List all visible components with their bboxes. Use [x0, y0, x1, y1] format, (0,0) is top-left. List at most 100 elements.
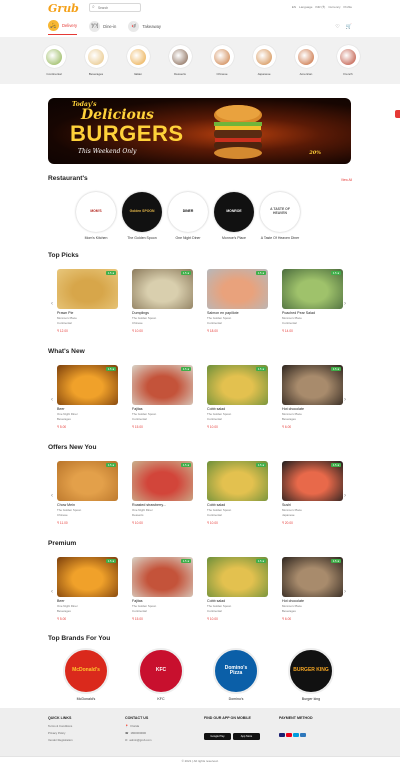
top-link[interactable]: EN	[292, 5, 296, 9]
food-card[interactable]: 4.5 ★ Cobb salad The Golden Spoon Continent…	[207, 557, 268, 621]
category-food-image	[298, 48, 314, 65]
footer-link[interactable]: Vendor Registration	[48, 738, 73, 742]
food-card[interactable]: 4.5 ★ Chow Mein The Golden Spoon Chinese ₹ 1…	[57, 461, 118, 525]
food-card[interactable]: 4.5 ★ Salmon en papillote The Golden Spoon…	[207, 269, 268, 333]
search-box[interactable]: ⌕	[89, 3, 141, 12]
restaurant-logo-text: MOM'S	[90, 209, 102, 214]
heart-icon[interactable]: ♡	[335, 24, 339, 30]
food-card[interactable]: 4.5 ★ Roasted strawberry... One Night Dine…	[132, 461, 193, 525]
category-item[interactable]: Chinese	[208, 45, 236, 76]
category-label: Continental	[46, 72, 62, 76]
category-item[interactable]: Beverages	[82, 45, 110, 76]
rating-badge: 4.5 ★	[331, 367, 341, 371]
grub-logo[interactable]: Grub	[48, 2, 79, 15]
category-item[interactable]: Japanese	[250, 45, 278, 76]
category-label: Beverages	[88, 72, 104, 76]
brand-item[interactable]: McDonald's McDonald's	[63, 648, 109, 701]
side-drawer-tab[interactable]	[395, 110, 400, 118]
food-card[interactable]: 4.5 ★ Prawn Pie Monroe's Place Continental ₹…	[57, 269, 118, 333]
food-image: 4.5 ★	[132, 461, 193, 501]
restaurant-name: A Taste Of Heaven Diner	[260, 236, 300, 240]
chevron-right-icon[interactable]: ›	[344, 397, 346, 403]
food-card[interactable]: 4.5 ★ Hot chocolate Monroe's Place Beverage…	[282, 557, 343, 621]
restaurant-item[interactable]: MOM'S Mom's Kitchen	[75, 192, 117, 240]
app-store-button[interactable]: App Store	[233, 733, 260, 740]
chevron-right-icon[interactable]: ›	[344, 493, 346, 499]
category-item[interactable]: French	[334, 45, 362, 76]
top-links: EN Language INR (₹) Currency Profile	[292, 5, 352, 9]
chevron-left-icon[interactable]: ‹	[51, 397, 53, 403]
food-category: Japanese	[282, 512, 295, 517]
food-name: Beer	[57, 599, 65, 603]
food-card[interactable]: 4.5 ★ Beer One Night Diner Beverages ₹ 5.00	[57, 365, 118, 429]
top-link[interactable]: Language	[299, 5, 312, 9]
brand-item[interactable]: BURGER KING Burger king	[288, 648, 334, 701]
view-all-link[interactable]: View All	[341, 178, 352, 182]
top-link[interactable]: Profile	[343, 5, 352, 9]
contact-phone[interactable]: 1800000000	[130, 731, 146, 735]
google-play-button[interactable]: Google Play	[204, 733, 231, 740]
brand-item[interactable]: KFC KFC	[138, 648, 184, 701]
chevron-left-icon[interactable]: ‹	[51, 589, 53, 595]
category-item[interactable]: Continental	[40, 45, 68, 76]
food-price: ₹ 18.00	[207, 328, 218, 333]
food-name: Cobb salad	[207, 503, 226, 507]
rating-badge: 4.5 ★	[181, 367, 191, 371]
rating-badge: 4.5 ★	[106, 463, 116, 467]
top-link[interactable]: INR (₹)	[315, 5, 325, 9]
food-category: Desserts	[132, 512, 144, 517]
category-item[interactable]: Desserts	[166, 45, 194, 76]
food-image: 4.5 ★	[57, 365, 118, 405]
food-card[interactable]: 4.5 ★ Fajitas The Golden Spoon Continental ₹…	[132, 365, 193, 429]
contact-us: CONTACT US 📍 Florida ☎ 1800000000 ✉ admin@g…	[125, 716, 151, 745]
contact-location: Florida	[130, 724, 140, 728]
food-name: Hot chocolate	[282, 599, 304, 603]
restaurant-item[interactable]: MONROE Monroe's Place	[213, 192, 255, 240]
chevron-right-icon[interactable]: ›	[344, 589, 346, 595]
footer-link[interactable]: Privacy Policy	[48, 731, 73, 735]
tab-dine-in[interactable]: 🍽 Dine-in	[89, 17, 116, 35]
restaurant-name: Mom's Kitchen	[84, 236, 108, 240]
brand-logo-text: McDonald's	[72, 667, 100, 674]
food-price: ₹ 5.00	[57, 616, 67, 621]
brand-name: Burger king	[301, 697, 321, 701]
category-item[interactable]: American	[292, 45, 320, 76]
food-card[interactable]: 4.5 ★ Sushi Monroe's Place Japanese ₹ 20.00	[282, 461, 343, 525]
contact-email[interactable]: admin@grub.com	[129, 738, 151, 742]
app-title: FIND OUR APP ON MOBILE	[204, 716, 251, 720]
category-item[interactable]: Italian	[124, 45, 152, 76]
restaurant-name: The Golden Spoon	[132, 315, 157, 320]
brand-logo-text: BURGER KING	[293, 667, 329, 674]
category-label: Desserts	[174, 72, 186, 76]
brand-logo: KFC	[138, 648, 184, 694]
food-category: Continental	[207, 416, 222, 421]
chevron-left-icon[interactable]: ‹	[51, 493, 53, 499]
footer-link[interactable]: Terms & Conditions	[48, 724, 73, 728]
category-label: Japanese	[257, 72, 271, 76]
food-price: ₹ 6.00	[282, 616, 292, 621]
brand-name: McDonald's	[76, 697, 96, 701]
food-card[interactable]: 4.5 ★ Cobb salad The Golden Spoon Continent…	[207, 461, 268, 525]
food-category: Continental	[132, 608, 147, 613]
food-category: Continental	[282, 320, 297, 325]
search-input[interactable]	[98, 5, 140, 11]
category-strip: Continental Beverages Italian Desserts Chine…	[0, 37, 400, 84]
food-card[interactable]: 4.5 ★ Hot chocolate Monroe's Place Beverage…	[282, 365, 343, 429]
restaurant-item[interactable]: DINER One Night Diner	[167, 192, 209, 240]
chevron-left-icon[interactable]: ‹	[51, 301, 53, 307]
tab-delivery[interactable]: 🛵 Delivery	[48, 17, 78, 35]
brand-item[interactable]: Domino's Pizza Domino's	[213, 648, 259, 701]
cart-icon[interactable]: 🛒	[346, 24, 352, 30]
promo-banner[interactable]: Today's Delicious BURGERS This Weekend O…	[48, 98, 351, 164]
top-link[interactable]: Currency	[328, 5, 340, 9]
restaurant-item[interactable]: A TASTE OF HEAVEN A Taste Of Heaven Diner	[259, 192, 301, 240]
food-card[interactable]: 4.5 ★ Cobb salad The Golden Spoon Continent…	[207, 365, 268, 429]
food-card[interactable]: 4.5 ★ Beer One Night Diner Beverages ₹ 5.00	[57, 557, 118, 621]
food-card[interactable]: 4.5 ★ Fajitas The Golden Spoon Continental ₹…	[132, 557, 193, 621]
food-card[interactable]: 4.5 ★ Poached Pear Salad Monroe's Place Con…	[282, 269, 343, 333]
chevron-right-icon[interactable]: ›	[344, 301, 346, 307]
restaurant-item[interactable]: Golden SPOON The Golden Spoon	[121, 192, 163, 240]
food-card[interactable]: 4.5 ★ Dumplings The Golden Spoon Chinese ₹ 1…	[132, 269, 193, 333]
food-price: ₹ 10.00	[207, 616, 218, 621]
tab-takeaway[interactable]: 🥡 Takeaway	[128, 17, 161, 35]
